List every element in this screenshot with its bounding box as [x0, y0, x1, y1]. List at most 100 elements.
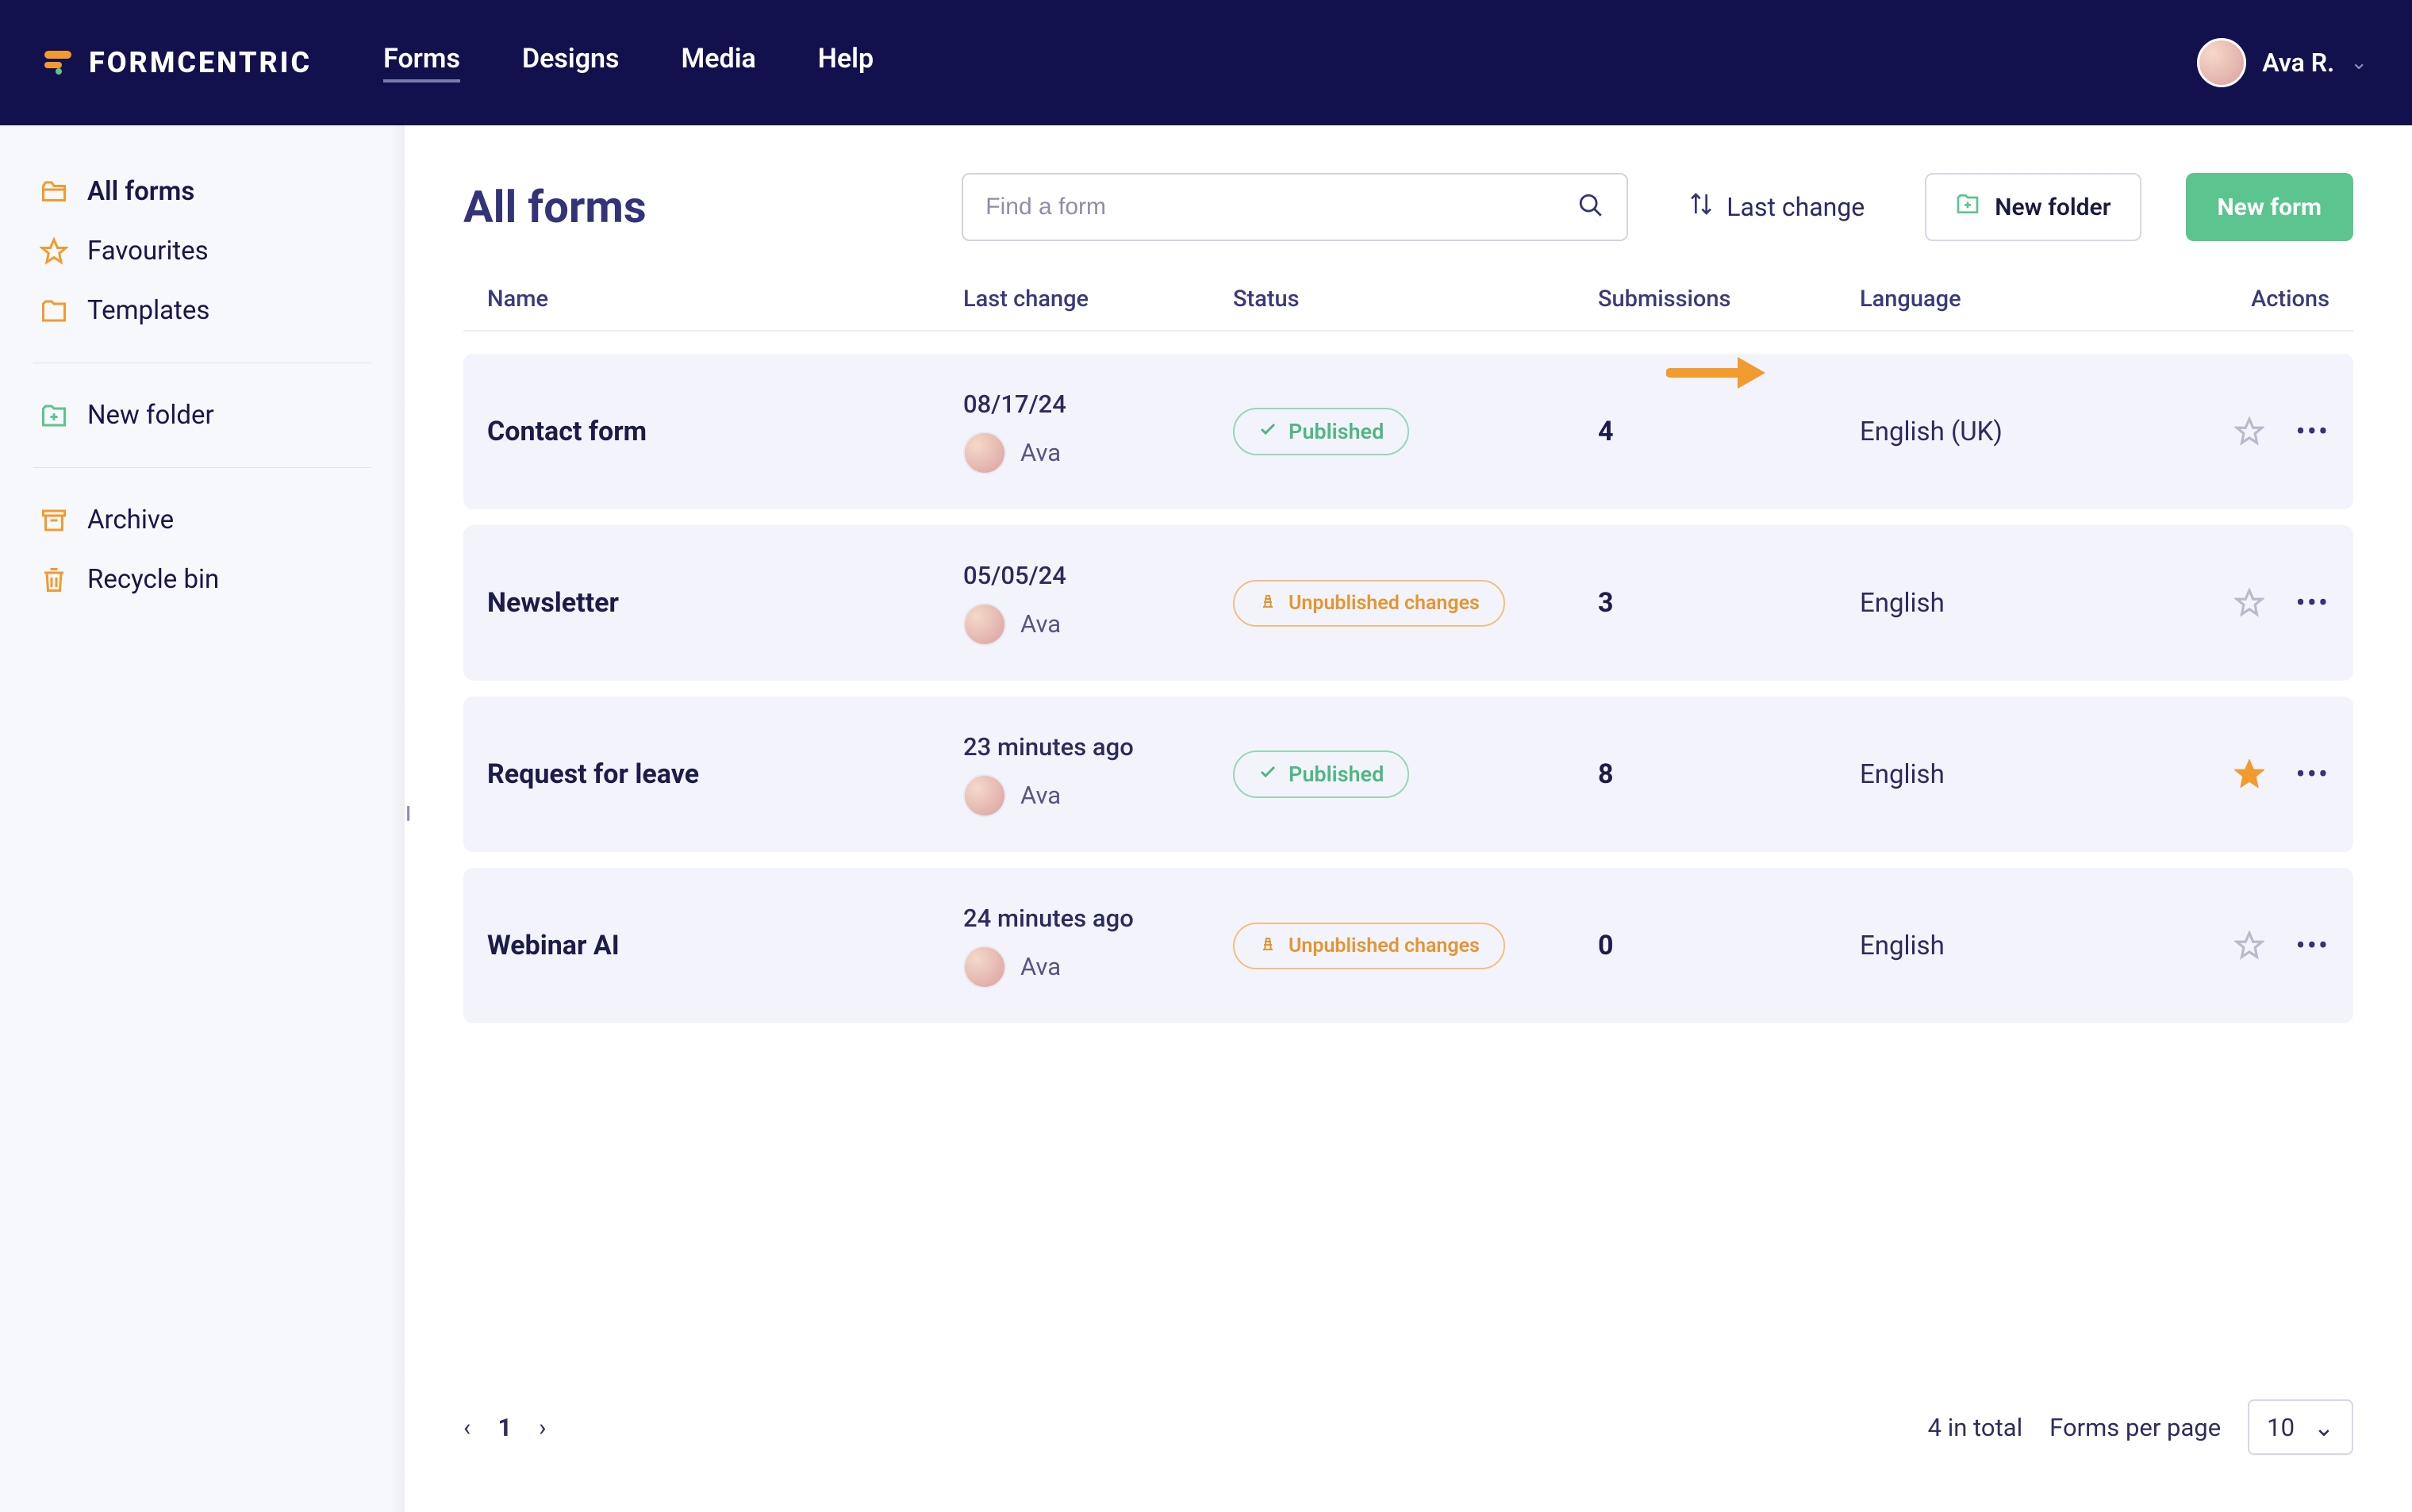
- avatar: [963, 946, 1006, 988]
- sidebar-item-label: Favourites: [87, 236, 209, 267]
- pager: ‹ 1 ›: [463, 1413, 546, 1442]
- sidebar-item-archive[interactable]: Archive: [33, 490, 371, 550]
- total-count: 4 in total: [1928, 1413, 2023, 1442]
- language: English: [1860, 588, 1945, 619]
- search-box[interactable]: [962, 173, 1628, 241]
- table-row[interactable]: Request for leave23 minutes agoAvaPublis…: [463, 697, 2353, 852]
- sidebar-item-label: Archive: [87, 505, 174, 535]
- sidebar-item-label: Recycle bin: [87, 564, 219, 595]
- pagination-footer: ‹ 1 › 4 in total Forms per page 10 ⌄: [463, 1376, 2353, 1488]
- search-icon: [1577, 192, 1604, 222]
- sidebar-item-recycle-bin[interactable]: Recycle bin: [33, 550, 371, 609]
- per-page-value: 10: [2267, 1413, 2295, 1442]
- status-badge: Published: [1233, 408, 1409, 455]
- header-row: All forms Last change New folder: [463, 173, 2353, 241]
- last-change-date: 23 minutes ago: [963, 732, 1233, 762]
- status-label: Published: [1289, 762, 1384, 787]
- col-status: Status: [1233, 286, 1598, 313]
- top-nav: Forms Designs Media Help: [383, 43, 874, 83]
- author-name: Ava: [1020, 438, 1061, 467]
- avatar: [963, 603, 1006, 646]
- author-name: Ava: [1020, 952, 1061, 981]
- language: English: [1860, 759, 1945, 790]
- sort-button[interactable]: Last change: [1673, 191, 1880, 223]
- folder-plus-icon: [40, 401, 68, 430]
- folder-icon: [40, 297, 68, 325]
- new-folder-button[interactable]: New folder: [1925, 173, 2141, 241]
- user-menu[interactable]: Ava R. ⌄: [2197, 38, 2368, 87]
- folder-plus-icon: [1955, 191, 1980, 223]
- sidebar-item-label: New folder: [87, 400, 214, 431]
- row-menu-button[interactable]: •••: [2296, 417, 2329, 446]
- per-page-select[interactable]: 10 ⌄: [2248, 1399, 2353, 1455]
- search-input[interactable]: [985, 194, 1577, 221]
- author-name: Ava: [1020, 609, 1061, 639]
- sidebar-item-all-forms[interactable]: All forms: [33, 162, 371, 221]
- col-submissions: Submissions: [1598, 286, 1860, 313]
- status-badge: Unpublished changes: [1233, 923, 1505, 969]
- status-icon: [1258, 934, 1277, 958]
- topbar: FORMCENTRIC Forms Designs Media Help Ava…: [0, 0, 2412, 125]
- archive-icon: [40, 506, 68, 535]
- status-badge: Published: [1233, 750, 1409, 798]
- submissions-count: 8: [1598, 758, 1614, 790]
- submissions-count: 0: [1598, 930, 1614, 961]
- status-badge: Unpublished changes: [1233, 580, 1505, 627]
- sort-icon: [1688, 191, 1714, 223]
- new-folder-label: New folder: [1995, 194, 2110, 221]
- last-change-date: 24 minutes ago: [963, 904, 1233, 933]
- username: Ava R.: [2262, 48, 2334, 78]
- table-row[interactable]: Contact form08/17/24AvaPublished4English…: [463, 354, 2353, 509]
- row-menu-button[interactable]: •••: [2296, 931, 2329, 960]
- logo[interactable]: FORMCENTRIC: [44, 46, 312, 79]
- nav-help[interactable]: Help: [818, 43, 874, 83]
- sidebar: All forms Favourites Templates New folde…: [0, 125, 405, 1512]
- nav-designs[interactable]: Designs: [522, 43, 620, 83]
- per-page-label: Forms per page: [2049, 1413, 2221, 1442]
- new-form-button[interactable]: New form: [2186, 173, 2354, 241]
- last-change-date: 05/05/24: [963, 561, 1233, 590]
- col-actions: Actions: [2185, 286, 2329, 313]
- page-number[interactable]: 1: [497, 1413, 512, 1442]
- table-row[interactable]: Webinar AI24 minutes ago Ava Unpublished c…: [463, 868, 2353, 1023]
- status-icon: [1258, 591, 1277, 616]
- trash-icon: [40, 566, 68, 594]
- chevron-down-icon: ⌄: [2350, 51, 2368, 75]
- favourite-button[interactable]: [2234, 416, 2264, 447]
- sidebar-item-label: All forms: [87, 176, 194, 207]
- col-name: Name: [487, 286, 963, 313]
- sidebar-item-favourites[interactable]: Favourites: [33, 221, 371, 281]
- form-name: Newsletter: [487, 587, 963, 619]
- row-menu-button[interactable]: •••: [2296, 589, 2329, 617]
- nav-media[interactable]: Media: [682, 43, 756, 83]
- row-menu-button[interactable]: •••: [2296, 760, 2329, 789]
- rows: Contact form08/17/24AvaPublished4English…: [463, 354, 2353, 1023]
- next-page-button[interactable]: ›: [539, 1413, 546, 1442]
- form-name: Webinar AI: [487, 930, 963, 961]
- author-name: Ava: [1020, 781, 1061, 810]
- new-form-label: New form: [2218, 194, 2322, 221]
- table-header: Name Last change Status Submissions Lang…: [463, 286, 2353, 332]
- logo-mark-icon: [44, 48, 73, 77]
- last-change-date: 08/17/24: [963, 390, 1233, 419]
- language: English: [1860, 931, 1945, 961]
- favourite-button[interactable]: [2234, 759, 2264, 789]
- avatar: [963, 774, 1006, 817]
- annotation-arrow-icon: [1666, 349, 1769, 397]
- prev-page-button[interactable]: ‹: [463, 1413, 470, 1442]
- sidebar-item-new-folder[interactable]: New folder: [33, 386, 371, 445]
- avatar: [963, 432, 1006, 474]
- status-label: Unpublished changes: [1289, 592, 1480, 615]
- favourite-button[interactable]: [2234, 931, 2264, 961]
- status-label: Published: [1289, 419, 1384, 444]
- sidebar-item-templates[interactable]: Templates: [33, 281, 371, 340]
- table-row[interactable]: Newsletter05/05/24 Ava Unpublished changes…: [463, 525, 2353, 681]
- submissions-count: 3: [1598, 587, 1614, 619]
- submissions-count: 4: [1598, 416, 1614, 447]
- star-icon: [40, 237, 68, 266]
- page-title: All forms: [463, 181, 647, 233]
- nav-forms[interactable]: Forms: [383, 43, 460, 83]
- chevron-down-icon: ⌄: [2314, 1413, 2334, 1442]
- favourite-button[interactable]: [2234, 588, 2264, 618]
- language: English (UK): [1860, 416, 2003, 447]
